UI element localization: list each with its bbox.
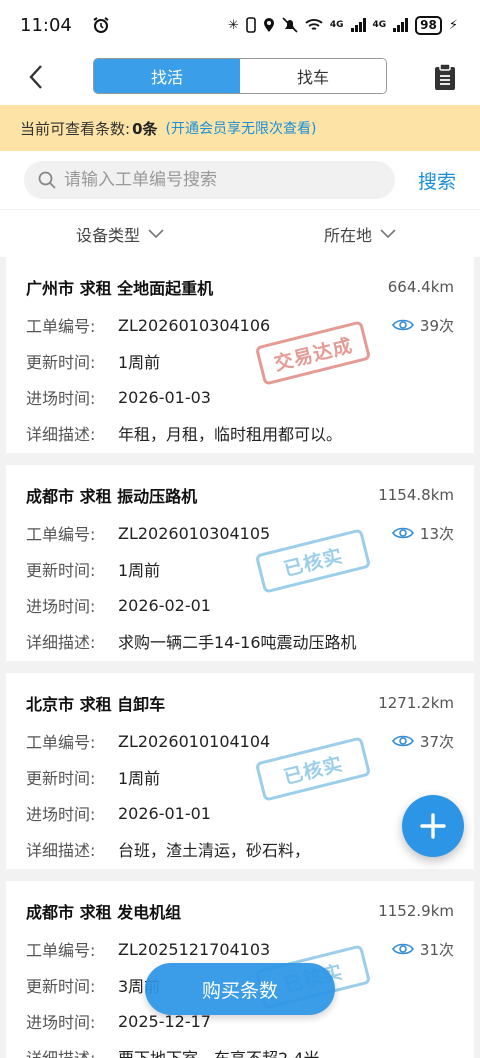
segmented-control: 找活 找车: [93, 58, 387, 94]
eye-icon: [391, 319, 414, 331]
status-bar: 11:04 ✳ 4G 4G 98 ⚡: [0, 0, 480, 50]
desc-label: 详细描述:: [26, 425, 96, 444]
job-distance: 664.4km: [387, 278, 454, 296]
job-title: 广州市 求租 全地面起重机: [26, 279, 214, 298]
job-list: 广州市 求租 全地面起重机 664.4km 工单编号: ZL2026010304…: [0, 257, 480, 1058]
entry-label: 进场时间:: [26, 1013, 96, 1032]
signal-icon-1: [350, 18, 366, 32]
updated-value: 1周前: [118, 561, 161, 580]
updated-value: 1周前: [118, 353, 161, 372]
entry-label: 进场时间:: [26, 389, 96, 408]
eye-icon: [391, 735, 414, 747]
filter-bar: 设备类型 所在地: [0, 209, 480, 257]
tab-find-work[interactable]: 找活: [94, 59, 240, 93]
view-count-value: 31次: [419, 940, 454, 959]
chevron-down-icon: [380, 228, 396, 238]
job-card[interactable]: 北京市 求租 自卸车 1271.2km 工单编号: ZL202601010410…: [6, 673, 474, 869]
order-no-label: 工单编号:: [26, 525, 96, 544]
job-distance: 1271.2km: [378, 694, 454, 712]
desc-value: 求购一辆二手14-16吨震动压路机: [118, 633, 357, 652]
updated-label: 更新时间:: [26, 561, 96, 580]
location-label: 所在地: [323, 225, 372, 245]
membership-promo-link[interactable]: (开通会员享无限次查看): [166, 118, 317, 138]
job-title: 成都市 求租 发电机组: [26, 903, 182, 922]
order-no-label: 工单编号:: [26, 733, 96, 752]
order-no-value: ZL2026010104104: [118, 731, 271, 751]
order-no-value: ZL2025121704103: [118, 939, 271, 959]
location-filter[interactable]: 所在地: [240, 222, 480, 246]
search-input[interactable]: [64, 170, 364, 190]
desc-label: 详细描述:: [26, 1045, 118, 1058]
mute-icon: [282, 17, 298, 33]
back-arrow-icon[interactable]: [22, 62, 52, 92]
charging-icon: ⚡: [448, 17, 458, 33]
entry-value: 2026-01-01: [118, 803, 211, 823]
desc-value: 要下地下室，车高不超2.4米: [118, 1045, 319, 1058]
view-count-value: 37次: [419, 732, 454, 751]
equipment-type-filter[interactable]: 设备类型: [0, 222, 240, 246]
entry-label: 进场时间:: [26, 805, 96, 824]
search-box: [24, 161, 395, 199]
job-title: 北京市 求租 自卸车: [26, 695, 166, 714]
plus-icon: [420, 813, 446, 839]
battery-indicator: 98: [415, 15, 442, 35]
search-row: 搜索: [0, 151, 480, 209]
signal-icon-2: [393, 18, 409, 32]
updated-label: 更新时间:: [26, 353, 96, 372]
search-button[interactable]: 搜索: [418, 167, 456, 194]
entry-value: 2026-01-03: [118, 387, 211, 407]
updated-value: 1周前: [118, 769, 161, 788]
view-count-value: 39次: [419, 316, 454, 335]
job-distance: 1154.8km: [378, 486, 454, 504]
job-card[interactable]: 成都市 求租 振动压路机 1154.8km 工单编号: ZL2026010304…: [6, 465, 474, 661]
order-no-label: 工单编号:: [26, 317, 96, 336]
entry-label: 进场时间:: [26, 597, 96, 616]
desc-value: 年租，月租，临时租用都可以。: [118, 425, 343, 444]
view-count: 37次: [391, 731, 454, 752]
desc-label: 详细描述:: [26, 841, 96, 860]
network-type-2: 4G: [372, 20, 387, 30]
equipment-type-label: 设备类型: [75, 225, 140, 245]
order-no-value: ZL2026010304105: [118, 523, 271, 543]
desc-label: 详细描述:: [26, 633, 96, 652]
entry-value: 2026-02-01: [118, 595, 211, 615]
alarm-icon: [93, 17, 109, 33]
job-distance: 1152.9km: [378, 902, 454, 920]
network-type-1: 4G: [329, 20, 344, 30]
status-time: 11:04: [20, 14, 72, 36]
eye-icon: [391, 943, 414, 955]
search-icon: [38, 171, 56, 189]
updated-label: 更新时间:: [26, 977, 96, 996]
nav-bar: 找活 找车: [0, 50, 480, 105]
view-count-value: 13次: [419, 524, 454, 543]
view-count: 31次: [391, 939, 454, 960]
quota-banner: 当前可查看条数: 0条 (开通会员享无限次查看): [0, 105, 480, 151]
location-icon: [263, 18, 274, 32]
desc-value: 台班，渣土清运，砂石料，: [118, 841, 311, 860]
view-count: 39次: [391, 315, 454, 336]
order-no-value: ZL2026010304106: [118, 315, 271, 335]
quota-label: 当前可查看条数:: [20, 119, 131, 138]
order-no-label: 工单编号:: [26, 941, 96, 960]
vibrate-icon: [246, 17, 256, 33]
clipboard-icon[interactable]: [432, 62, 458, 92]
tab-find-vehicle[interactable]: 找车: [240, 59, 386, 93]
buy-quota-button[interactable]: 购买条数: [145, 963, 335, 1015]
quota-count: 0条: [132, 119, 158, 138]
job-card[interactable]: 广州市 求租 全地面起重机 664.4km 工单编号: ZL2026010304…: [6, 257, 474, 453]
chevron-down-icon: [148, 228, 164, 238]
wifi-icon: [305, 19, 323, 30]
add-button[interactable]: [402, 795, 464, 857]
bluetooth-icon: ✳: [227, 17, 239, 33]
job-title: 成都市 求租 振动压路机: [26, 487, 198, 506]
updated-label: 更新时间:: [26, 769, 96, 788]
view-count: 13次: [391, 523, 454, 544]
eye-icon: [391, 527, 414, 539]
